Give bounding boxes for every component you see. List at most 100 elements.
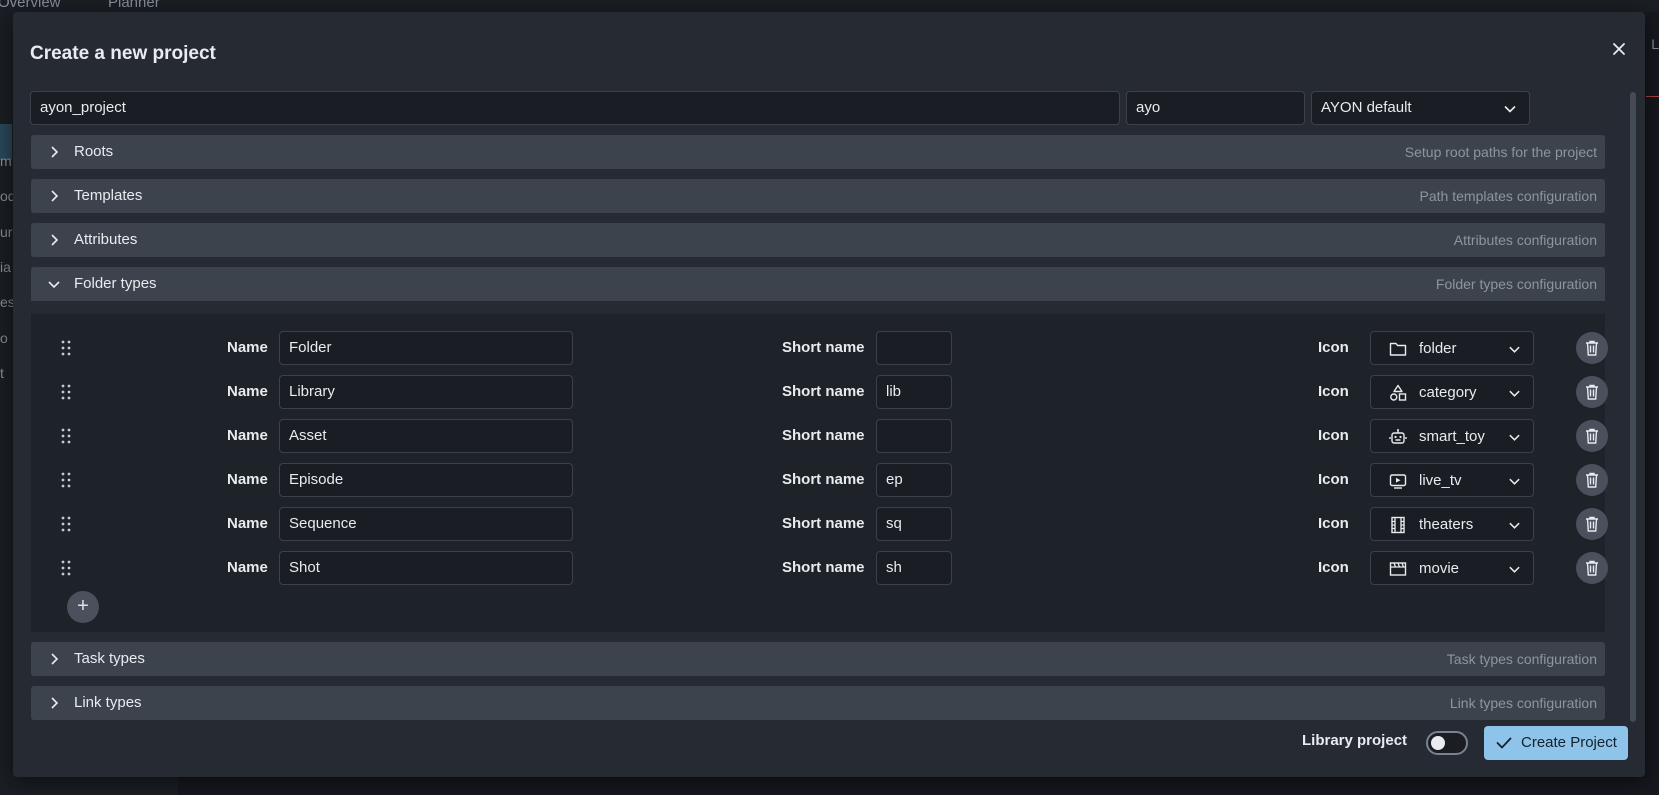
chevron-right-icon <box>51 190 59 202</box>
section-title: Templates <box>74 187 143 204</box>
name-input[interactable]: Folder <box>279 331 573 365</box>
library-project-label: Library project <box>1302 732 1408 749</box>
short-name-label: Short name <box>782 339 865 356</box>
create-project-button[interactable]: Create Project <box>1484 726 1628 760</box>
icon-select[interactable]: movie <box>1370 551 1534 585</box>
icon-name: theaters <box>1419 516 1474 533</box>
folder-type-row: Name Library Short name lib Icon categor… <box>31 375 1608 409</box>
chevron-down-icon <box>1509 566 1520 573</box>
name-input[interactable]: Asset <box>279 419 573 453</box>
name-label: Name <box>227 559 268 576</box>
name-label: Name <box>227 471 268 488</box>
sidebar-item[interactable]: ur <box>0 224 12 240</box>
section-description: Task types configuration <box>1446 651 1597 667</box>
tab-planner[interactable]: Planner <box>108 0 160 11</box>
chevron-right-icon <box>51 697 59 709</box>
short-name-label: Short name <box>782 427 865 444</box>
name-label: Name <box>227 515 268 532</box>
create-project-dialog: Create a new project ayon_project ayo AY… <box>13 12 1645 777</box>
chevron-down-icon <box>48 281 60 289</box>
delete-button[interactable] <box>1576 464 1608 496</box>
sidebar-item[interactable]: m <box>0 153 12 169</box>
project-name-input[interactable]: ayon_project <box>30 91 1120 125</box>
section-folder-types[interactable]: Folder types Folder types configuration <box>31 267 1605 301</box>
icon-name: folder <box>1419 340 1457 357</box>
name-label: Name <box>227 383 268 400</box>
plus-icon: + <box>77 595 89 617</box>
category-icon <box>1390 384 1407 401</box>
section-title: Roots <box>74 143 114 160</box>
drag-handle-icon[interactable] <box>61 384 71 400</box>
trash-icon <box>1586 472 1598 488</box>
app-topbar <box>0 0 1659 12</box>
folder-type-row: Name Sequence Short name sq Icon theater… <box>31 507 1608 541</box>
section-roots[interactable]: Roots Setup root paths for the project <box>31 135 1605 169</box>
name-input[interactable]: Sequence <box>279 507 573 541</box>
scrollbar[interactable] <box>1630 92 1636 722</box>
section-link-types[interactable]: Link types Link types configuration <box>31 686 1605 720</box>
icon-label: Icon <box>1318 339 1349 356</box>
chevron-down-icon <box>1509 478 1520 485</box>
short-name-input[interactable]: ep <box>876 463 952 497</box>
chevron-down-icon <box>1509 390 1520 397</box>
create-project-label: Create Project <box>1521 734 1617 751</box>
anatomy-preset-value: AYON default <box>1321 99 1412 116</box>
delete-button[interactable] <box>1576 552 1608 584</box>
delete-button[interactable] <box>1576 376 1608 408</box>
drag-handle-icon[interactable] <box>61 340 71 356</box>
close-button[interactable] <box>1607 37 1631 61</box>
section-description: Folder types configuration <box>1435 276 1597 292</box>
section-templates[interactable]: Templates Path templates configuration <box>31 179 1605 213</box>
delete-button[interactable] <box>1576 508 1608 540</box>
delete-button[interactable] <box>1576 332 1608 364</box>
name-input[interactable]: Shot <box>279 551 573 585</box>
section-description: Attributes configuration <box>1453 232 1597 248</box>
anatomy-preset-select[interactable]: AYON default <box>1311 91 1530 125</box>
drag-handle-icon[interactable] <box>61 516 71 532</box>
drag-handle-icon[interactable] <box>61 560 71 576</box>
movie-icon <box>1389 562 1407 576</box>
drag-handle-icon[interactable] <box>61 472 71 488</box>
icon-label: Icon <box>1318 383 1349 400</box>
icon-select[interactable]: category <box>1370 375 1534 409</box>
icon-select[interactable]: folder <box>1370 331 1534 365</box>
sidebar-item[interactable]: t <box>0 365 4 381</box>
library-project-toggle[interactable] <box>1426 731 1468 755</box>
short-name-input[interactable] <box>876 331 952 365</box>
background-accent-line <box>1646 96 1659 97</box>
section-task-types[interactable]: Task types Task types configuration <box>31 642 1605 676</box>
icon-label: Icon <box>1318 427 1349 444</box>
icon-name: movie <box>1419 560 1460 577</box>
sidebar-item[interactable]: o <box>0 330 8 346</box>
delete-button[interactable] <box>1576 420 1608 452</box>
drag-handle-icon[interactable] <box>61 428 71 444</box>
background-label: L <box>1651 36 1659 52</box>
section-attributes[interactable]: Attributes Attributes configuration <box>31 223 1605 257</box>
add-folder-type-button[interactable]: + <box>67 591 99 623</box>
chevron-right-icon <box>51 146 59 158</box>
folder-types-panel: Name Folder Short name Icon folder Name … <box>31 314 1608 632</box>
section-title: Link types <box>74 694 142 711</box>
name-input[interactable]: Episode <box>279 463 573 497</box>
icon-label: Icon <box>1318 515 1349 532</box>
icon-select[interactable]: smart_toy <box>1370 419 1534 453</box>
project-code-input[interactable]: ayo <box>1126 91 1305 125</box>
section-title: Folder types <box>74 275 157 292</box>
sidebar-item[interactable]: ia <box>0 259 11 275</box>
chevron-right-icon <box>51 234 59 246</box>
icon-select[interactable]: live_tv <box>1370 463 1534 497</box>
short-name-input[interactable]: sh <box>876 551 952 585</box>
section-description: Path templates configuration <box>1419 188 1597 204</box>
name-input[interactable]: Library <box>279 375 573 409</box>
check-icon <box>1496 737 1512 749</box>
short-name-input[interactable]: lib <box>876 375 952 409</box>
name-label: Name <box>227 339 268 356</box>
short-name-input[interactable] <box>876 419 952 453</box>
icon-select[interactable]: theaters <box>1370 507 1534 541</box>
tab-overview[interactable]: Overview <box>0 0 61 11</box>
folder-type-row: Name Folder Short name Icon folder <box>31 331 1608 365</box>
icon-name: smart_toy <box>1419 428 1485 445</box>
short-name-input[interactable]: sq <box>876 507 952 541</box>
name-label: Name <box>227 427 268 444</box>
trash-icon <box>1586 560 1598 576</box>
